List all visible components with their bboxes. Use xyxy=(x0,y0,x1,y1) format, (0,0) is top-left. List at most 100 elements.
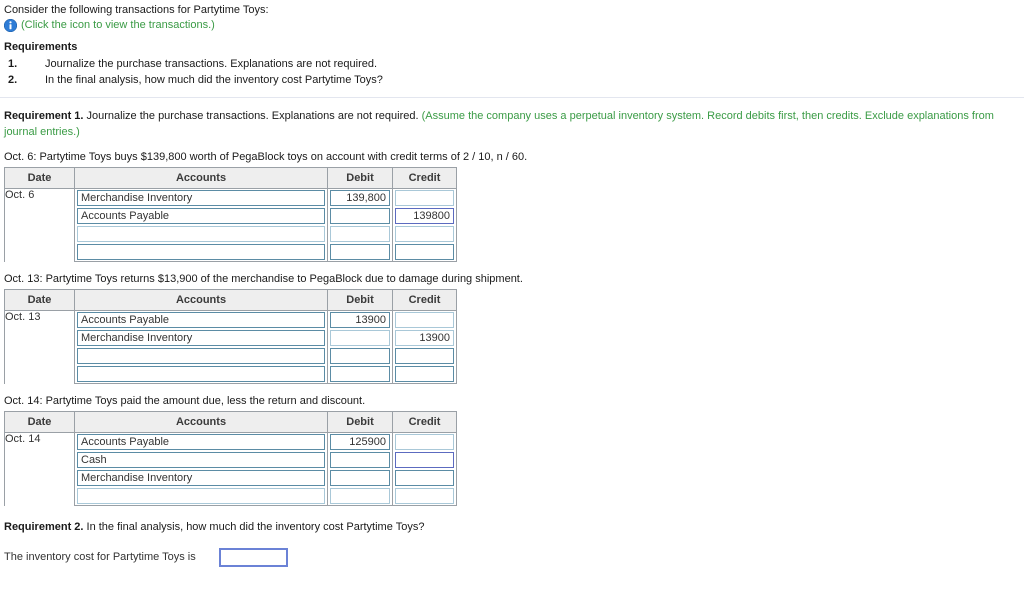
debit-input[interactable] xyxy=(330,434,390,450)
accounts-cell xyxy=(74,365,327,384)
account-input[interactable] xyxy=(77,244,325,260)
credit-input[interactable] xyxy=(395,452,454,468)
requirement-2-text: In the final analysis, how much did the … xyxy=(83,521,425,533)
credit-cell xyxy=(392,487,457,506)
debit-cell xyxy=(327,329,392,347)
account-input[interactable] xyxy=(77,366,325,382)
transaction-caption: Oct. 14: Partytime Toys paid the amount … xyxy=(4,395,366,407)
transaction-caption: Oct. 6: Partytime Toys buys $139,800 wor… xyxy=(4,151,528,163)
column-header-debit: Debit xyxy=(327,167,392,189)
credit-cell xyxy=(392,311,457,329)
credit-input[interactable] xyxy=(395,226,454,242)
account-input[interactable] xyxy=(77,470,325,486)
entry-date: Oct. 6 xyxy=(4,189,74,262)
accounts-cell xyxy=(74,207,327,225)
credit-cell xyxy=(392,225,457,243)
inventory-cost-answer-row: The inventory cost for Partytime Toys is xyxy=(4,547,1024,567)
credit-input[interactable] xyxy=(395,312,454,328)
problem-prompt: Consider the following transactions for … xyxy=(4,4,269,16)
view-transactions-link[interactable]: (Click the icon to view the transactions… xyxy=(21,19,215,32)
entry-date: Oct. 13 xyxy=(4,311,74,384)
account-input[interactable] xyxy=(77,208,325,224)
credit-cell xyxy=(392,207,457,225)
account-input[interactable] xyxy=(77,330,325,346)
debit-input[interactable] xyxy=(330,208,390,224)
debit-cell xyxy=(327,207,392,225)
debit-cell xyxy=(327,225,392,243)
account-input[interactable] xyxy=(77,452,325,468)
credit-input[interactable] xyxy=(395,434,454,450)
credit-cell xyxy=(392,189,457,207)
debit-input[interactable] xyxy=(330,190,390,206)
column-header-credit: Credit xyxy=(392,411,457,433)
debit-input[interactable] xyxy=(330,366,390,382)
journal-entry-table: Date Accounts Debit Credit Oct. 13 xyxy=(4,289,457,384)
column-header-debit: Debit xyxy=(327,289,392,311)
table-row: Oct. 6 xyxy=(4,189,457,262)
accounts-cell xyxy=(74,347,327,365)
debit-cell xyxy=(327,347,392,365)
debit-input[interactable] xyxy=(330,312,390,328)
journal-rows: Oct. 13 xyxy=(4,311,457,384)
debit-cell xyxy=(327,469,392,487)
account-input[interactable] xyxy=(77,434,325,450)
column-header-date: Date xyxy=(4,167,74,189)
accounts-cell xyxy=(74,329,327,347)
debit-cell xyxy=(327,243,392,262)
entry-date: Oct. 14 xyxy=(4,433,74,506)
credit-cell xyxy=(392,451,457,469)
requirement-text: Journalize the purchase transactions. Ex… xyxy=(45,58,378,70)
credit-input[interactable] xyxy=(395,488,454,504)
debit-cell xyxy=(327,433,392,451)
debit-input[interactable] xyxy=(330,226,390,242)
table-header-row: Date Accounts Debit Credit xyxy=(4,289,457,311)
debit-cell xyxy=(327,451,392,469)
journal-rows: Oct. 14 xyxy=(4,433,457,506)
debit-input[interactable] xyxy=(330,452,390,468)
credit-cell xyxy=(392,365,457,384)
accounts-cell xyxy=(74,433,327,451)
column-header-credit: Credit xyxy=(392,167,457,189)
requirement-2-heading: Requirement 2. In the final analysis, ho… xyxy=(4,519,1024,535)
account-input[interactable] xyxy=(77,226,325,242)
journal-entry-table: Date Accounts Debit Credit Oct. 14 xyxy=(4,411,457,506)
journal-rows: Oct. 6 xyxy=(4,189,457,262)
account-input[interactable] xyxy=(77,312,325,328)
transactions-icon-row: (Click the icon to view the transactions… xyxy=(3,18,1024,33)
credit-input[interactable] xyxy=(395,470,454,486)
credit-cell xyxy=(392,433,457,451)
account-input[interactable] xyxy=(77,190,325,206)
credit-input[interactable] xyxy=(395,244,454,260)
account-input[interactable] xyxy=(77,348,325,364)
account-input[interactable] xyxy=(77,488,325,504)
table-header-row: Date Accounts Debit Credit xyxy=(4,411,457,433)
requirements-list: 1. Journalize the purchase transactions.… xyxy=(4,56,1024,88)
inventory-cost-label: The inventory cost for Partytime Toys is xyxy=(4,551,196,563)
accounts-cell xyxy=(74,487,327,506)
debit-cell xyxy=(327,365,392,384)
debit-cell xyxy=(327,311,392,329)
column-header-accounts: Accounts xyxy=(74,167,327,189)
credit-input[interactable] xyxy=(395,190,454,206)
column-header-accounts: Accounts xyxy=(74,411,327,433)
credit-input[interactable] xyxy=(395,208,454,224)
requirement-list-item: 1. Journalize the purchase transactions.… xyxy=(4,56,1024,72)
accounts-cell xyxy=(74,469,327,487)
credit-input[interactable] xyxy=(395,348,454,364)
accounts-cell xyxy=(74,451,327,469)
column-header-accounts: Accounts xyxy=(74,289,327,311)
debit-input[interactable] xyxy=(330,488,390,504)
requirements-heading: Requirements xyxy=(4,41,78,53)
debit-input[interactable] xyxy=(330,348,390,364)
info-icon[interactable] xyxy=(3,18,18,33)
inventory-cost-input[interactable] xyxy=(219,547,288,567)
credit-input[interactable] xyxy=(395,366,454,382)
journal-entry-table: Date Accounts Debit Credit Oct. 6 xyxy=(4,167,457,262)
requirement-1-section: Requirement 1. Journalize the purchase t… xyxy=(0,108,1024,567)
debit-input[interactable] xyxy=(330,470,390,486)
section-divider xyxy=(0,97,1024,98)
debit-input[interactable] xyxy=(330,244,390,260)
debit-input[interactable] xyxy=(330,330,390,346)
column-header-date: Date xyxy=(4,411,74,433)
credit-input[interactable] xyxy=(395,330,454,346)
